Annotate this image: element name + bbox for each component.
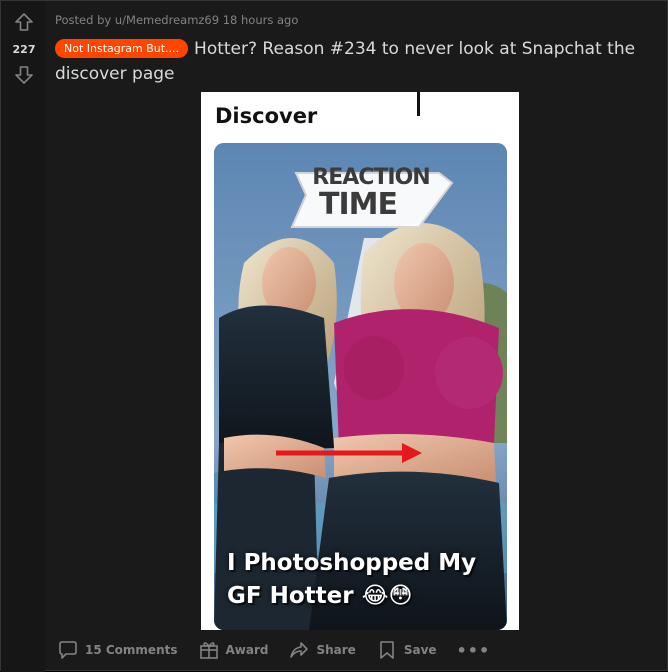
post-flair[interactable]: Not Instagram But.... <box>55 39 189 58</box>
vote-column: 227 <box>1 1 45 672</box>
discover-heading: Discover <box>215 104 318 128</box>
award-icon <box>199 642 218 659</box>
post-image[interactable]: Discover REACTION TIME I Photoshopped My… <box>201 92 519 630</box>
reaction-badge-line2: TIME <box>319 187 398 222</box>
save-icon <box>380 641 394 659</box>
vote-score: 227 <box>12 43 36 56</box>
comment-icon <box>59 641 77 659</box>
downvote-icon[interactable] <box>13 64 35 86</box>
award-label: Award <box>225 643 269 657</box>
comments-label: 15 Comments <box>85 643 178 657</box>
share-icon <box>290 642 309 658</box>
share-label: Share <box>316 643 356 657</box>
text-cursor <box>417 92 420 116</box>
save-button[interactable]: Save <box>376 639 437 661</box>
share-button[interactable]: Share <box>288 639 356 661</box>
post-card: 227 Posted by u/Memedreamz69 18 hours ag… <box>0 0 668 672</box>
comments-button[interactable]: 15 Comments <box>57 639 178 661</box>
award-button[interactable]: Award <box>198 639 269 661</box>
upvote-icon[interactable] <box>13 11 35 33</box>
post-title-block[interactable]: Not Instagram But.... Hotter? Reason #234… <box>55 37 655 87</box>
more-icon[interactable]: ••• <box>457 641 491 660</box>
discover-story-card: REACTION TIME I Photoshopped My GF Hotte… <box>214 143 507 630</box>
save-label: Save <box>403 643 437 657</box>
story-caption: I Photoshopped My GF Hotter 😂😳 <box>227 550 477 609</box>
post-action-bar: 15 Comments Award Share Save ••• <box>57 637 490 663</box>
post-meta[interactable]: Posted by u/Memedreamz69 18 hours ago <box>55 13 298 27</box>
